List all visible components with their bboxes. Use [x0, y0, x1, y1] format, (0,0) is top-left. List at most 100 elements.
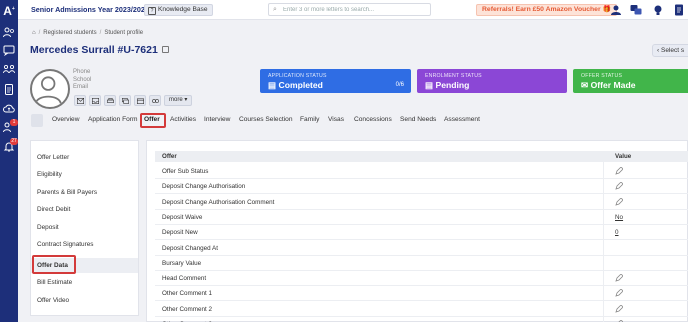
table-header: Offer Value: [155, 151, 688, 162]
tab-concessions[interactable]: Concessions: [354, 116, 392, 123]
row-label: Deposit New: [162, 229, 198, 237]
document-icon[interactable]: [3, 84, 15, 95]
enrolment-status-card[interactable]: ENROLMENT STATUS ▤ Pending: [417, 69, 567, 93]
row-label: Deposit Change Authorisation Comment: [162, 198, 275, 206]
row-label: Deposit Waive: [162, 213, 203, 221]
message-icon[interactable]: [119, 95, 131, 106]
notification-badge: 27: [10, 138, 18, 145]
offer-data-highlight: [32, 255, 76, 274]
table-row: Other Comment 2: [155, 303, 688, 317]
year-select[interactable]: Senior Admissions Year 2023/202...▾: [31, 5, 156, 14]
application-status-card[interactable]: APPLICATION STATUS ▤ Completed 0/6: [260, 69, 411, 93]
edit-pencil-icon[interactable]: [615, 304, 624, 313]
table-row: Bursary Value: [155, 257, 688, 271]
application-progress: 0/6: [395, 82, 404, 88]
table-row: Other Comment 1: [155, 287, 688, 302]
row-value[interactable]: 0: [615, 229, 619, 236]
tab-send-needs[interactable]: Send Needs: [400, 116, 436, 123]
document-icon: ▤: [425, 80, 436, 90]
tab-courses-selection[interactable]: Courses Selection: [239, 116, 293, 123]
submenu-offer-letter[interactable]: Offer Letter: [37, 154, 69, 161]
table-row: Deposit New 0: [155, 226, 688, 241]
offer-status-card[interactable]: OFFER STATUS ✉ Offer Made: [573, 69, 688, 93]
row-label: Other Comment 2: [162, 305, 213, 313]
submenu-contract-signatures[interactable]: Contract Signatures: [37, 241, 93, 248]
row-label: Other Comment 1: [162, 290, 213, 298]
offer-submenu: Offer Letter Eligibility Parents & Bill …: [30, 140, 139, 316]
tab-visas[interactable]: Visas: [328, 116, 344, 123]
tab-assessment[interactable]: Assessment: [444, 116, 480, 123]
table-row: Deposit Change Authorisation: [155, 180, 688, 195]
contact-info: Phone School Email: [73, 69, 91, 92]
knowledge-base-button[interactable]: ? Knowledge Base: [144, 4, 213, 16]
print-icon[interactable]: [104, 95, 116, 106]
tab-activities[interactable]: Activities: [170, 116, 196, 123]
tab-application-form[interactable]: Application Form: [88, 116, 137, 123]
edit-pencil-icon[interactable]: [615, 273, 624, 282]
breadcrumb-registered-students[interactable]: Registered students: [43, 30, 96, 36]
email-icon[interactable]: [74, 95, 86, 106]
submenu-deposit[interactable]: Deposit: [37, 224, 59, 231]
home-icon[interactable]: ⌂: [32, 30, 36, 36]
row-label: Deposit Change Authorisation: [162, 183, 246, 191]
edit-pencil-icon[interactable]: [615, 166, 624, 175]
edit-pencil-icon[interactable]: [615, 181, 624, 190]
lightbulb-icon[interactable]: [652, 4, 664, 16]
group-icon[interactable]: [3, 64, 15, 75]
document-icon: ▤: [268, 80, 279, 90]
search-input[interactable]: [283, 5, 429, 15]
task-badge: 1: [10, 119, 18, 126]
left-rail: A+ 1 27: [0, 0, 18, 322]
tab-interview[interactable]: Interview: [204, 116, 230, 123]
copy-icon[interactable]: [161, 46, 169, 53]
cloud-upload-icon[interactable]: [3, 103, 15, 114]
row-label: Deposit Changed At: [162, 244, 219, 252]
translate-icon[interactable]: [630, 4, 642, 16]
offer-data-table: Offer Value Offer Sub Status Deposit Chan…: [146, 140, 688, 322]
referral-banner[interactable]: Referrals! Earn £50 Amazon Voucher 🎁: [476, 4, 617, 16]
calendar-icon[interactable]: [134, 95, 146, 106]
row-value[interactable]: No: [615, 214, 623, 221]
app-logo[interactable]: A+: [1, 2, 17, 18]
tab-family[interactable]: Family: [300, 116, 319, 123]
email-label: Email: [73, 84, 89, 90]
column-header-offer: Offer: [162, 153, 177, 160]
submenu-bill-estimate[interactable]: Bill Estimate: [37, 279, 72, 286]
global-search[interactable]: ⌕: [268, 3, 431, 16]
table-row: Head Comment: [155, 272, 688, 287]
submenu-parents-bill-payers[interactable]: Parents & Bill Payers: [37, 189, 97, 196]
row-label: Head Comment: [162, 275, 207, 283]
offer-tab-highlight: [140, 113, 166, 128]
edit-pencil-icon[interactable]: [615, 197, 624, 206]
row-label: Bursary Value: [162, 259, 202, 267]
tab-overview[interactable]: Overview: [52, 116, 79, 123]
table-row: Offer Sub Status: [155, 165, 688, 179]
page-title: Mercedes Surrall #U-7621: [30, 44, 169, 56]
phone-label: Phone: [73, 69, 91, 75]
chat-icon[interactable]: [3, 45, 15, 57]
notes-icon[interactable]: [673, 4, 685, 16]
top-bar: Senior Admissions Year 2023/202...▾ ?Kno…: [18, 0, 688, 20]
table-row: Deposit Waive No: [155, 211, 688, 225]
table-row: Deposit Change Authorisation Comment: [155, 196, 688, 210]
avatar: [30, 69, 70, 109]
link-icon[interactable]: [149, 95, 161, 106]
more-dropdown[interactable]: more ▾: [164, 95, 193, 106]
select-student-button[interactable]: ‹ Select s: [652, 44, 688, 57]
breadcrumb: ⌂ / Registered students / Student profile: [32, 30, 144, 36]
submenu-eligibility[interactable]: Eligibility: [37, 171, 62, 178]
table-row: Other Comment 3: [155, 318, 688, 322]
tab-scroll-toggle[interactable]: [31, 114, 43, 127]
submenu-offer-video[interactable]: Offer Video: [37, 297, 69, 304]
book-icon: ?: [148, 7, 156, 15]
submenu-direct-debit[interactable]: Direct Debit: [37, 206, 70, 213]
school-label: School: [73, 76, 92, 83]
edit-pencil-icon[interactable]: [615, 288, 624, 298]
column-header-value: Value: [615, 153, 632, 160]
people-icon[interactable]: [3, 27, 15, 38]
user-settings-icon[interactable]: [610, 4, 622, 16]
profile-actions: more ▾: [74, 95, 193, 106]
inbox-icon[interactable]: [89, 95, 101, 106]
row-label: Offer Sub Status: [162, 168, 209, 175]
envelope-icon: ✉: [581, 80, 591, 90]
